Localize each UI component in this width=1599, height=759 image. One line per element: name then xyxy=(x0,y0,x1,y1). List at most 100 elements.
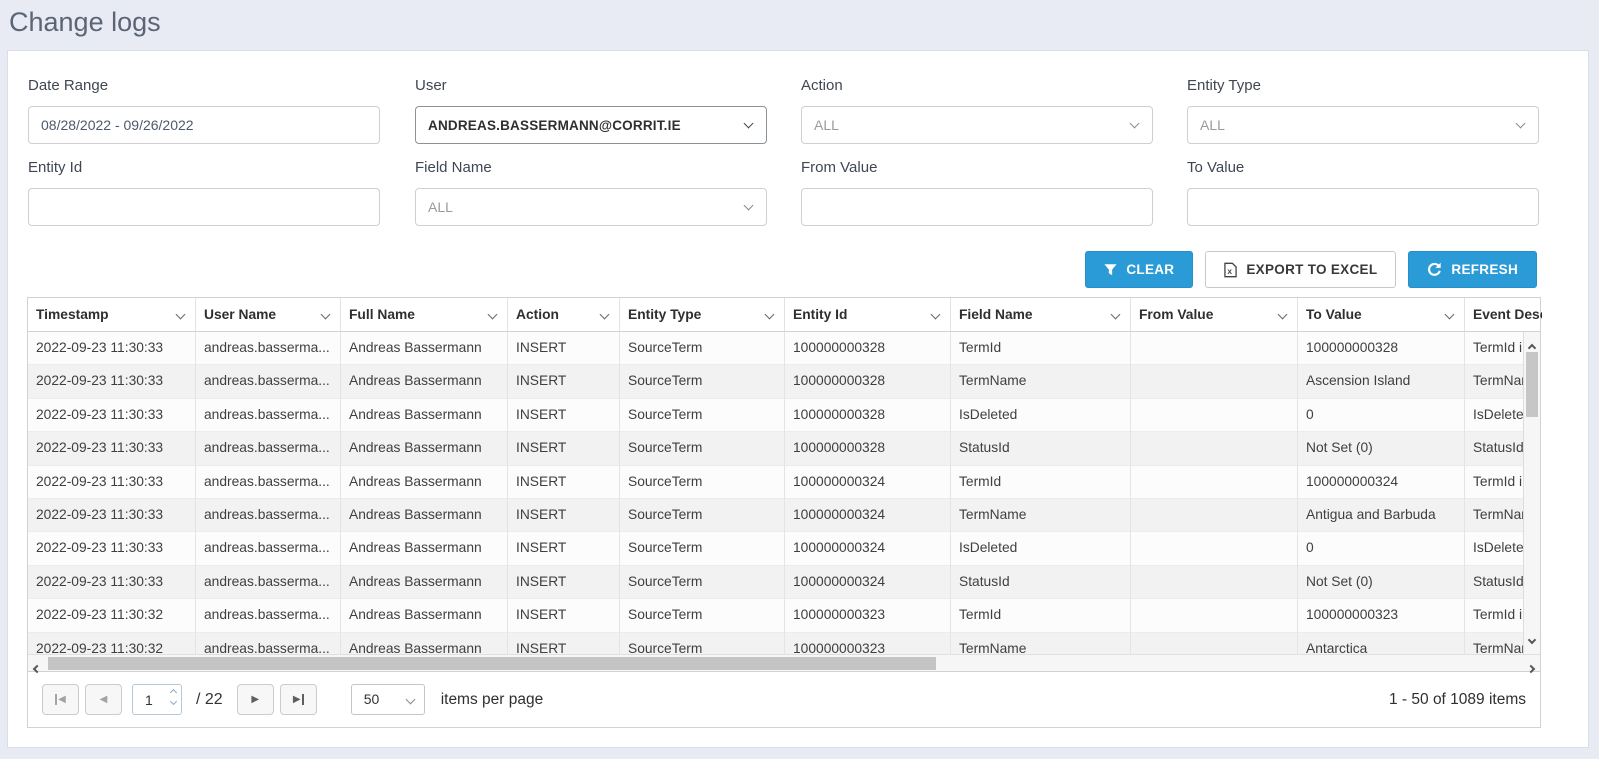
table-cell: TermId xyxy=(950,466,1130,499)
table-cell: 100000000324 xyxy=(784,466,950,499)
table-cell: INSERT xyxy=(507,399,619,432)
action-select[interactable]: ALL xyxy=(801,106,1153,144)
table-cell: INSERT xyxy=(507,566,619,599)
column-menu-icon[interactable] xyxy=(600,310,610,320)
chevron-down-icon xyxy=(744,201,754,211)
pager-total-pages-label: / 22 xyxy=(196,691,223,709)
last-page-icon: ▶ xyxy=(293,695,301,705)
scroll-right-icon[interactable] xyxy=(1528,659,1534,677)
column-header-label: Field Name xyxy=(959,307,1033,322)
page-size-select[interactable]: 50 xyxy=(351,684,425,715)
from-value-input[interactable] xyxy=(801,188,1153,226)
table-cell: andreas.basserma... xyxy=(195,466,340,499)
column-menu-icon[interactable] xyxy=(176,310,186,320)
pager-page-input-wrap xyxy=(132,684,182,715)
pager-first-button[interactable]: ◀ xyxy=(42,684,79,715)
table-cell: andreas.basserma... xyxy=(195,365,340,398)
column-menu-icon[interactable] xyxy=(1111,310,1121,320)
next-page-icon: ▶ xyxy=(251,695,259,705)
column-header[interactable]: Timestamp xyxy=(28,298,195,331)
column-header[interactable]: Entity Type xyxy=(619,298,784,331)
table-cell: andreas.basserma... xyxy=(195,633,340,654)
table-cell: 2022-09-23 11:30:33 xyxy=(28,432,195,465)
table-cell: 0 xyxy=(1297,399,1464,432)
table-cell: 100000000328 xyxy=(784,399,950,432)
table-row[interactable]: 2022-09-23 11:30:32andreas.basserma...An… xyxy=(28,633,1540,654)
items-per-page-label: items per page xyxy=(441,691,544,709)
column-header[interactable]: Field Name xyxy=(950,298,1130,331)
pager-last-button[interactable]: ▶ xyxy=(280,684,317,715)
column-header[interactable]: Entity Id xyxy=(784,298,950,331)
vertical-scrollbar[interactable] xyxy=(1523,332,1540,654)
table-cell xyxy=(1130,499,1297,532)
table-cell: SourceTerm xyxy=(619,566,784,599)
field-name-select[interactable]: ALL xyxy=(415,188,767,226)
table-cell: SourceTerm xyxy=(619,599,784,632)
table-cell xyxy=(1130,599,1297,632)
column-header[interactable]: Event Desc xyxy=(1464,298,1542,331)
column-header[interactable]: To Value xyxy=(1297,298,1464,331)
column-menu-icon[interactable] xyxy=(1278,310,1288,320)
horizontal-scrollbar[interactable] xyxy=(28,654,1540,671)
column-menu-icon[interactable] xyxy=(1445,310,1455,320)
column-menu-icon[interactable] xyxy=(321,310,331,320)
page-spinner[interactable] xyxy=(171,690,176,704)
column-header[interactable]: From Value xyxy=(1130,298,1297,331)
table-cell: 2022-09-23 11:30:33 xyxy=(28,332,195,365)
column-menu-icon[interactable] xyxy=(488,310,498,320)
clear-button[interactable]: CLEAR xyxy=(1085,251,1193,288)
table-row[interactable]: 2022-09-23 11:30:33andreas.basserma...An… xyxy=(28,532,1540,565)
table-row[interactable]: 2022-09-23 11:30:33andreas.basserma...An… xyxy=(28,566,1540,599)
table-header-row: TimestampUser NameFull NameActionEntity … xyxy=(28,298,1540,332)
table-cell: StatusId xyxy=(950,432,1130,465)
entity-type-select[interactable]: ALL xyxy=(1187,106,1539,144)
horizontal-scrollbar-thumb[interactable] xyxy=(48,657,936,670)
table-cell: andreas.basserma... xyxy=(195,566,340,599)
table-row[interactable]: 2022-09-23 11:30:33andreas.basserma...An… xyxy=(28,432,1540,465)
page-title: Change logs xyxy=(9,7,161,38)
refresh-icon xyxy=(1427,262,1442,277)
column-header[interactable]: User Name xyxy=(195,298,340,331)
table-cell: 2022-09-23 11:30:32 xyxy=(28,599,195,632)
chevron-down-icon xyxy=(744,119,754,129)
user-select[interactable]: ANDREAS.BASSERMANN@CORRIT.IE xyxy=(415,106,767,144)
column-menu-icon[interactable] xyxy=(931,310,941,320)
scroll-left-icon[interactable] xyxy=(34,659,40,677)
date-range-input[interactable] xyxy=(28,106,380,144)
table-row[interactable]: 2022-09-23 11:30:33andreas.basserma...An… xyxy=(28,466,1540,499)
vertical-scrollbar-thumb[interactable] xyxy=(1526,352,1538,417)
table-cell: andreas.basserma... xyxy=(195,332,340,365)
scroll-down-icon[interactable] xyxy=(1529,630,1535,648)
to-value-input[interactable] xyxy=(1187,188,1539,226)
table-row[interactable]: 2022-09-23 11:30:33andreas.basserma...An… xyxy=(28,399,1540,432)
entity-type-label: Entity Type xyxy=(1187,77,1539,96)
table-cell: INSERT xyxy=(507,332,619,365)
table-row[interactable]: 2022-09-23 11:30:33andreas.basserma...An… xyxy=(28,499,1540,532)
table-row[interactable]: 2022-09-23 11:30:33andreas.basserma...An… xyxy=(28,332,1540,365)
entity-id-input[interactable] xyxy=(28,188,380,226)
table-cell: Antigua and Barbuda xyxy=(1297,499,1464,532)
table-cell: 100000000323 xyxy=(784,633,950,654)
table-cell xyxy=(1130,332,1297,365)
pager-prev-button[interactable]: ◀ xyxy=(85,684,122,715)
table-row[interactable]: 2022-09-23 11:30:33andreas.basserma...An… xyxy=(28,365,1540,398)
table-cell: StatusId xyxy=(950,566,1130,599)
pager-next-button[interactable]: ▶ xyxy=(237,684,274,715)
table-row[interactable]: 2022-09-23 11:30:32andreas.basserma...An… xyxy=(28,599,1540,632)
refresh-button[interactable]: REFRESH xyxy=(1408,251,1537,288)
table-cell: INSERT xyxy=(507,532,619,565)
export-to-excel-button[interactable]: x EXPORT TO EXCEL xyxy=(1205,251,1396,288)
table-cell: SourceTerm xyxy=(619,633,784,654)
toolbar: CLEAR x EXPORT TO EXCEL REFRESH xyxy=(1085,251,1537,288)
table-cell: INSERT xyxy=(507,633,619,654)
user-select-value: ANDREAS.BASSERMANN@CORRIT.IE xyxy=(428,118,681,133)
table-cell: 2022-09-23 11:30:33 xyxy=(28,365,195,398)
filter-icon xyxy=(1104,263,1117,276)
column-header[interactable]: Full Name xyxy=(340,298,507,331)
table-cell: SourceTerm xyxy=(619,432,784,465)
table-cell: SourceTerm xyxy=(619,365,784,398)
column-menu-icon[interactable] xyxy=(765,310,775,320)
column-header[interactable]: Action xyxy=(507,298,619,331)
table-cell: 100000000328 xyxy=(784,365,950,398)
table-cell: 100000000328 xyxy=(784,432,950,465)
